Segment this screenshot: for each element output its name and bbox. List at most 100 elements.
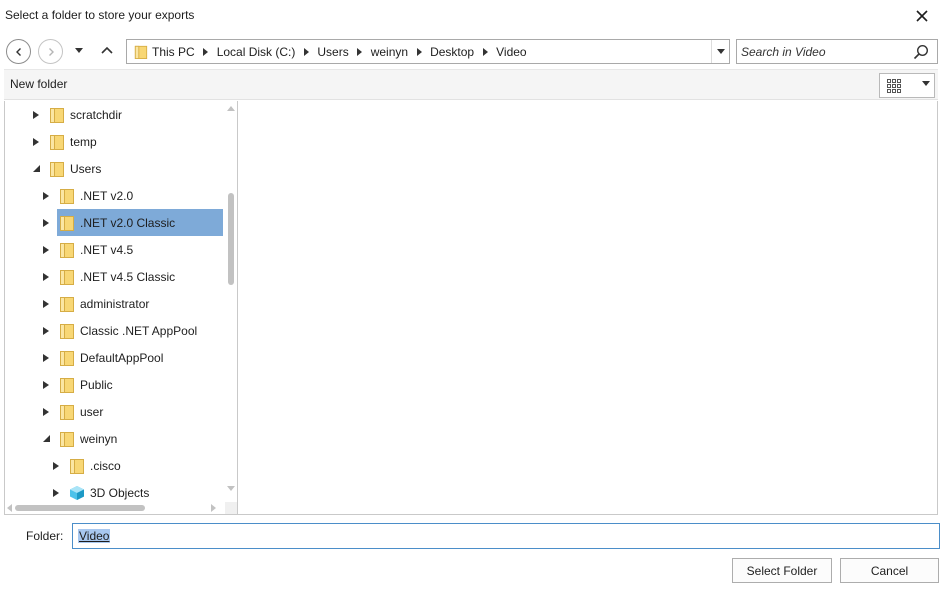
tree-item-public[interactable]: Public (41, 371, 113, 398)
folder-icon (70, 458, 84, 474)
title-bar: Select a folder to store your exports (0, 0, 942, 32)
tree-item-weinyn[interactable]: weinyn (41, 425, 117, 452)
scroll-up-icon[interactable] (227, 106, 235, 111)
horizontal-scroll-thumb[interactable] (15, 505, 145, 511)
arrow-left-icon (15, 47, 21, 56)
tree-item-scratchdir[interactable]: scratchdir (31, 101, 122, 128)
tree-item-label: .NET v4.5 (80, 242, 134, 257)
expand-icon[interactable] (51, 461, 61, 471)
tree-item-defaultapppool[interactable]: DefaultAppPool (41, 344, 163, 371)
expand-icon[interactable] (41, 218, 51, 228)
scroll-left-icon[interactable] (7, 504, 12, 512)
tree-item-label: .cisco (90, 458, 121, 473)
folder-icon (60, 188, 74, 204)
tree-item-label: user (80, 404, 104, 419)
expand-icon[interactable] (41, 245, 51, 255)
search-box[interactable] (736, 39, 938, 64)
address-dropdown-button[interactable] (711, 40, 729, 63)
folder-tree[interactable]: scratchdir temp Users .NET v2.0 .NET v2.… (4, 101, 237, 515)
tree-item-label: .NET v2.0 Classic (80, 215, 176, 230)
folder-icon (60, 323, 74, 339)
folder-icon (60, 404, 74, 420)
tree-item-net-v20[interactable]: .NET v2.0 (41, 182, 133, 209)
close-button[interactable] (910, 5, 934, 27)
up-button[interactable] (99, 42, 115, 58)
recent-locations-button[interactable] (72, 44, 86, 58)
folder-contents-pane[interactable] (237, 101, 938, 515)
scrollbar-corner (225, 502, 237, 514)
new-folder-button[interactable]: New folder (10, 77, 67, 91)
folder-icon (50, 107, 64, 123)
tree-item-label: administrator (80, 296, 150, 311)
view-options-button[interactable] (879, 73, 935, 98)
3d-objects-icon (70, 485, 84, 500)
tree-item-label: .NET v2.0 (80, 188, 134, 203)
expand-icon[interactable] (41, 380, 51, 390)
forward-button[interactable] (38, 39, 63, 64)
expand-icon[interactable] (51, 488, 61, 498)
tree-item-label: DefaultAppPool (80, 350, 164, 365)
collapse-icon[interactable] (31, 164, 41, 174)
address-bar[interactable]: This PC Local Disk (C:) Users weinyn Des… (126, 39, 730, 64)
search-input[interactable] (741, 43, 909, 60)
navigation-bar: This PC Local Disk (C:) Users weinyn Des… (4, 36, 938, 68)
breadcrumb-users[interactable]: Users (313, 45, 352, 59)
breadcrumb: This PC Local Disk (C:) Users weinyn Des… (148, 40, 531, 63)
folder-label: Folder: (26, 529, 64, 543)
breadcrumb-separator-icon[interactable] (412, 47, 426, 56)
tree-item-users[interactable]: Users (31, 155, 101, 182)
breadcrumb-this-pc[interactable]: This PC (148, 45, 199, 59)
folder-icon (60, 215, 74, 231)
vertical-scroll-thumb[interactable] (228, 193, 234, 285)
breadcrumb-desktop[interactable]: Desktop (426, 45, 478, 59)
tree-item-label: .NET v4.5 Classic (80, 269, 176, 284)
expand-icon[interactable] (41, 407, 51, 417)
folder-field-row: Folder: Video (4, 522, 940, 550)
expand-icon[interactable] (41, 299, 51, 309)
folder-icon (60, 269, 74, 285)
grid-view-icon (887, 78, 901, 93)
select-folder-button[interactable]: Select Folder (732, 558, 832, 583)
tree-item-classic-net-apppool[interactable]: Classic .NET AppPool (41, 317, 197, 344)
back-button[interactable] (6, 39, 31, 64)
breadcrumb-separator-icon[interactable] (199, 47, 213, 56)
tree-item-label: Public (80, 377, 113, 392)
tree-item-user[interactable]: user (41, 398, 103, 425)
close-icon (916, 10, 928, 22)
tree-item-net-v45[interactable]: .NET v4.5 (41, 236, 133, 263)
breadcrumb-separator-icon[interactable] (478, 47, 492, 56)
breadcrumb-weinyn[interactable]: weinyn (367, 45, 412, 59)
expand-icon[interactable] (31, 110, 41, 120)
tree-item-net-v45-classic[interactable]: .NET v4.5 Classic (41, 263, 175, 290)
expand-icon[interactable] (31, 137, 41, 147)
scroll-down-icon[interactable] (227, 486, 235, 491)
collapse-icon[interactable] (41, 434, 51, 444)
expand-icon[interactable] (41, 353, 51, 363)
toolbar: New folder (4, 69, 938, 100)
scroll-right-icon[interactable] (211, 504, 216, 512)
folder-icon (50, 134, 64, 150)
expand-icon[interactable] (41, 326, 51, 336)
breadcrumb-separator-icon[interactable] (299, 47, 313, 56)
folder-icon (60, 377, 74, 393)
chevron-down-icon (716, 48, 725, 54)
expand-icon[interactable] (41, 272, 51, 282)
tree-vertical-scrollbar[interactable] (225, 101, 237, 498)
tree-item-label: 3D Objects (90, 485, 150, 500)
tree-horizontal-scrollbar[interactable] (5, 502, 226, 514)
tree-item-administrator[interactable]: administrator (41, 290, 149, 317)
folder-icon (60, 431, 74, 447)
arrow-up-icon (101, 46, 113, 54)
breadcrumb-local-disk[interactable]: Local Disk (C:) (213, 45, 300, 59)
breadcrumb-separator-icon[interactable] (353, 47, 367, 56)
folder-name-value: Video (78, 529, 111, 543)
chevron-down-icon (922, 81, 930, 86)
folder-name-input[interactable]: Video (72, 523, 940, 549)
expand-icon[interactable] (41, 191, 51, 201)
breadcrumb-video[interactable]: Video (492, 45, 530, 59)
cancel-button[interactable]: Cancel (840, 558, 939, 583)
tree-item-temp[interactable]: temp (31, 128, 97, 155)
tree-item-cisco[interactable]: .cisco (51, 452, 121, 479)
tree-item-net-v20-classic[interactable]: .NET v2.0 Classic (41, 209, 175, 236)
search-icon[interactable] (913, 44, 929, 60)
